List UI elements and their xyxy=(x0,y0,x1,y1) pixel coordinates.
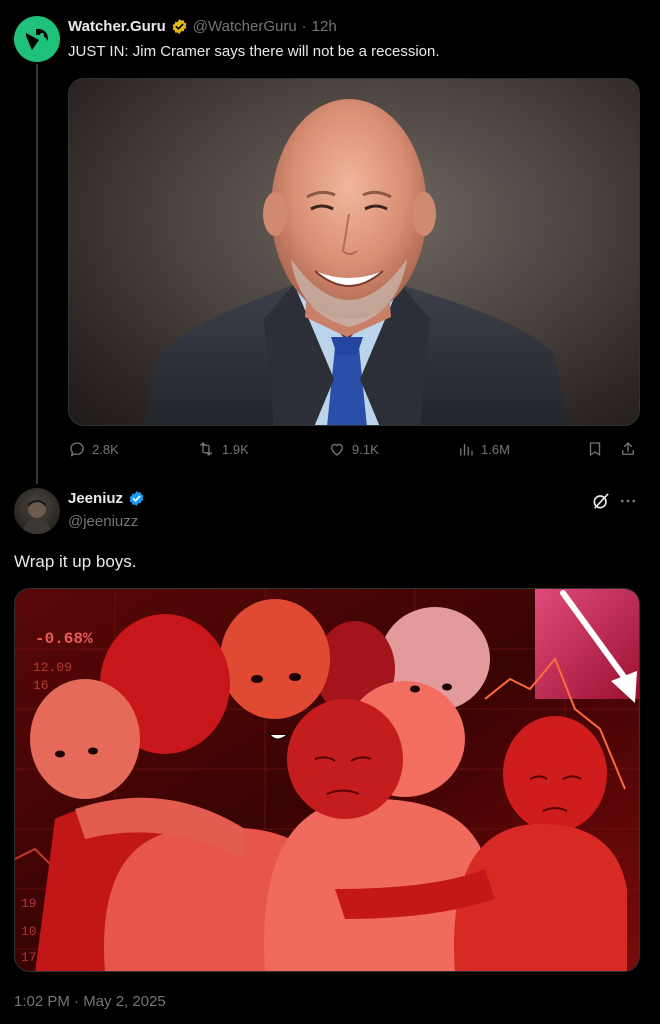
watcher-guru-avatar[interactable] xyxy=(14,16,60,62)
meme-number-3: 19 xyxy=(21,896,37,911)
quoted-time-ago[interactable]: 12h xyxy=(312,18,337,35)
reply-icon xyxy=(70,442,84,457)
header-separator: · xyxy=(301,18,307,35)
reply-tweet-header: Jeeniuz xyxy=(68,490,145,507)
repost-icon xyxy=(200,442,212,456)
repost-count: 1.9K xyxy=(222,441,249,457)
like-count: 9.1K xyxy=(352,441,379,457)
quoted-handle[interactable]: @WatcherGuru xyxy=(193,18,297,35)
reply-tweet-text: Wrap it up boys. xyxy=(14,552,137,571)
like-icon xyxy=(331,443,343,456)
meme-number-1: 12.09 xyxy=(33,660,72,675)
reply-count: 2.8K xyxy=(92,441,119,457)
bookmark-icon xyxy=(589,442,601,456)
verified-blue-icon xyxy=(128,490,145,507)
more-icon[interactable] xyxy=(618,491,638,516)
photo-portrait-illustration xyxy=(144,99,569,425)
repost-button[interactable]: 1.9K xyxy=(196,440,249,458)
views-count: 1.6M xyxy=(481,441,510,457)
bookmark-button[interactable] xyxy=(586,440,604,458)
reply-handle[interactable]: @jeeniuzz xyxy=(68,513,138,530)
quoted-tweet-text: JUST IN: Jim Cramer says there will not … xyxy=(68,43,440,60)
meme-number-5: 17 xyxy=(21,950,37,965)
watcher-guru-logo-icon xyxy=(26,28,49,50)
jeeniuz-avatar[interactable] xyxy=(14,488,60,534)
thread-connector-line xyxy=(36,64,38,484)
reply-timestamp[interactable]: 1:02 PM · May 2, 2025 xyxy=(14,993,166,1010)
verified-gold-icon xyxy=(171,18,188,35)
grok-icon[interactable] xyxy=(591,491,611,516)
meme-number-2: 16 xyxy=(33,678,49,693)
quoted-display-name[interactable]: Watcher.Guru xyxy=(68,18,166,35)
share-icon xyxy=(622,442,634,455)
quoted-tweet-photo[interactable] xyxy=(68,78,640,426)
views-button[interactable]: 1.6M xyxy=(457,440,510,458)
like-button[interactable]: 9.1K xyxy=(328,440,379,458)
share-button[interactable] xyxy=(619,440,637,458)
meme-number-4: 10 xyxy=(21,924,37,939)
quoted-tweet-actions: 2.8K 1.9K 9.1K 1.6M xyxy=(68,440,640,464)
reply-button[interactable]: 2.8K xyxy=(68,440,119,458)
reply-display-name[interactable]: Jeeniuz xyxy=(68,490,123,507)
reply-tweet-meme-image[interactable]: -0.68% 12.09 16 19 10 17 xyxy=(14,588,640,972)
avatar-illustration xyxy=(22,500,52,534)
quoted-tweet-header: Watcher.Guru @WatcherGuru · 12h xyxy=(68,18,337,35)
views-icon xyxy=(460,443,473,456)
meme-illustration: -0.68% 12.09 16 19 10 17 xyxy=(15,589,639,971)
meme-ticker-value: -0.68% xyxy=(35,630,93,648)
